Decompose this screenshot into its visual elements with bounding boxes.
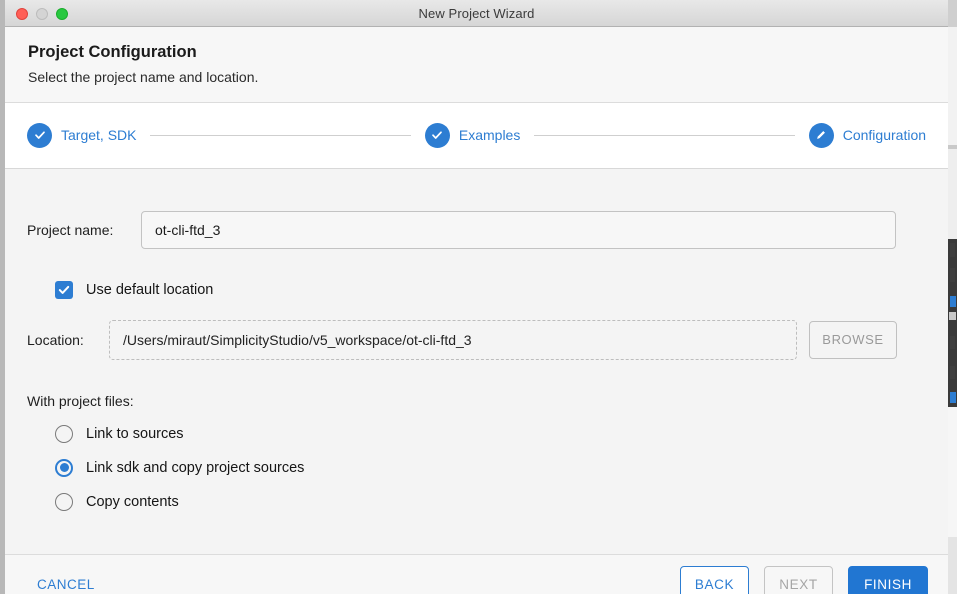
wizard-stepper: Target, SDK Examples Configuration [5, 102, 948, 169]
new-project-wizard-window: New Project Wizard Project Configuration… [0, 0, 948, 594]
next-button: NEXT [764, 566, 833, 594]
background-window-fragment [950, 366, 955, 379]
finish-button-label: FINISH [864, 576, 912, 592]
project-name-input[interactable]: ot-cli-ftd_3 [141, 210, 896, 249]
step-examples[interactable]: Examples [424, 122, 521, 148]
window-titlebar: New Project Wizard [5, 0, 948, 27]
radio-label: Link sdk and copy project sources [86, 459, 305, 476]
page-title: Project Configuration [28, 43, 197, 61]
wizard-content: Project name: ot-cli-ftd_3 Use default l… [5, 168, 948, 554]
background-window-fragment [950, 336, 955, 349]
maximize-button[interactable] [56, 7, 68, 20]
radio-label: Link to sources [86, 425, 184, 442]
background-window-fragment [948, 0, 957, 27]
background-window-fragment [948, 149, 957, 239]
background-window-fragment [948, 537, 957, 594]
use-default-location-checkbox[interactable] [55, 280, 73, 299]
location-label: Location: [27, 331, 84, 348]
radio-link-sdk-copy-sources[interactable]: Link sdk and copy project sources [27, 458, 926, 477]
browse-button-label: BROWSE [822, 332, 884, 348]
minimize-button[interactable] [36, 7, 48, 20]
next-button-label: NEXT [779, 576, 818, 592]
background-window-fragment [950, 268, 955, 282]
project-files-label: With project files: [27, 392, 134, 409]
radio-label: Copy contents [86, 493, 179, 510]
cancel-button[interactable]: CANCEL [25, 571, 107, 594]
background-window-fragment [948, 407, 957, 537]
step-label-examples: Examples [458, 127, 521, 144]
background-window-fragment [950, 296, 956, 307]
stepper-connector [150, 134, 411, 136]
background-window-fragment [949, 312, 956, 320]
step-configuration[interactable]: Configuration [808, 122, 927, 148]
back-button-label: BACK [694, 576, 735, 592]
window-controls [16, 0, 68, 27]
step-label-configuration: Configuration [842, 127, 927, 144]
wizard-header: Project Configuration Select the project… [5, 27, 948, 103]
project-files-group: With project files: Link to sources Link… [27, 360, 926, 511]
location-input: /Users/miraut/SimplicityStudio/v5_worksp… [109, 319, 797, 360]
location-row: Location: /Users/miraut/SimplicityStudio… [27, 299, 926, 360]
project-name-row: Project name: ot-cli-ftd_3 [27, 169, 926, 249]
close-button[interactable] [16, 7, 28, 20]
step-label-target-sdk: Target, SDK [61, 127, 137, 144]
radio-button[interactable] [55, 492, 73, 511]
background-window-fragment [948, 27, 957, 145]
background-window-fragment [950, 243, 955, 257]
use-default-location-row[interactable]: Use default location [27, 249, 926, 299]
step-target-sdk[interactable]: Target, SDK [27, 122, 137, 148]
browse-button: BROWSE [809, 320, 897, 359]
window-title: New Project Wizard [418, 5, 535, 21]
use-default-location-label: Use default location [86, 281, 214, 298]
radio-button[interactable] [55, 424, 73, 443]
wizard-footer: CANCEL BACK NEXT FINISH [5, 553, 948, 594]
radio-link-to-sources[interactable]: Link to sources [27, 424, 926, 443]
project-name-value: ot-cli-ftd_3 [155, 221, 221, 238]
check-icon [27, 122, 52, 148]
stepper-connector [534, 134, 795, 136]
check-icon [424, 122, 450, 148]
back-button[interactable]: BACK [680, 566, 749, 594]
radio-copy-contents[interactable]: Copy contents [27, 492, 926, 511]
cancel-button-label: CANCEL [37, 576, 95, 592]
pencil-icon [808, 122, 834, 148]
radio-button[interactable] [55, 458, 73, 477]
location-value: /Users/miraut/SimplicityStudio/v5_worksp… [123, 331, 472, 348]
page-subtitle: Select the project name and location. [28, 68, 259, 85]
finish-button[interactable]: FINISH [848, 566, 928, 594]
project-name-label: Project name: [27, 221, 114, 238]
background-window-fragment [950, 392, 956, 403]
